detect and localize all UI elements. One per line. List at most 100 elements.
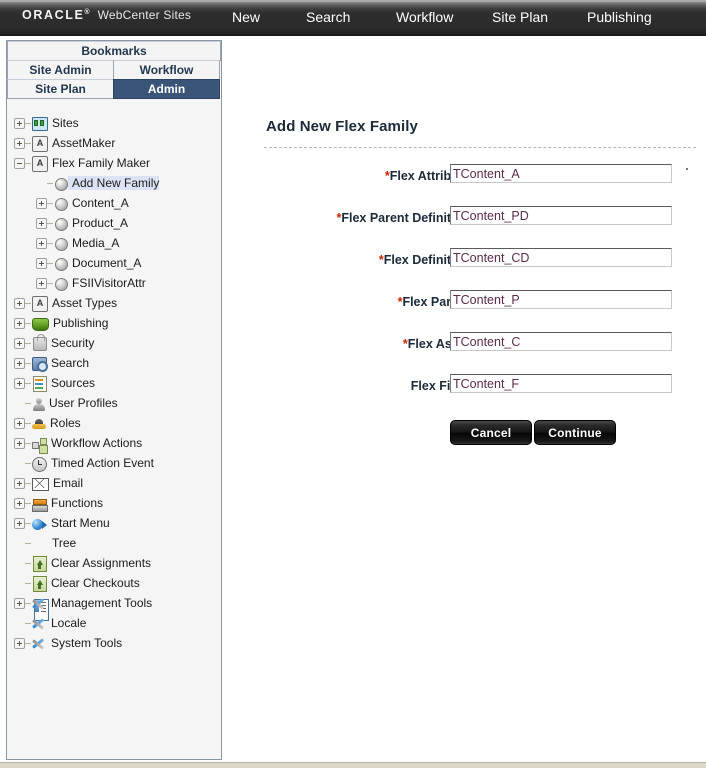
tab-site-admin[interactable]: Site Admin — [7, 60, 114, 80]
tree-item[interactable]: Sources — [8, 373, 220, 393]
expand-icon[interactable] — [36, 237, 47, 249]
tree-item[interactable]: Clear Checkouts — [8, 573, 220, 593]
tree-item[interactable]: Document_A — [8, 253, 220, 273]
tree-item-label[interactable]: Publishing — [49, 316, 108, 330]
nav-site-plan[interactable]: Site Plan — [492, 9, 587, 25]
expand-icon[interactable] — [14, 517, 25, 529]
tree-item-label[interactable]: Start Menu — [47, 516, 110, 530]
flex-filter-input[interactable] — [450, 374, 672, 393]
tab-site-plan[interactable]: Site Plan — [7, 79, 114, 99]
tree-item-label[interactable]: Workflow Actions — [47, 436, 142, 450]
tree-item[interactable]: Start Menu — [8, 513, 220, 533]
tree-item[interactable]: Tree — [8, 533, 220, 621]
expand-icon[interactable] — [14, 357, 25, 369]
form-row-flex-filter: Flex Filter: — [228, 370, 706, 412]
tree-item[interactable]: System Tools — [8, 633, 220, 653]
tree-item[interactable]: FSIIVisitorAttr — [8, 273, 220, 293]
nav-publishing[interactable]: Publishing — [587, 9, 667, 25]
tree-item[interactable]: Publishing — [8, 313, 220, 333]
tree-item[interactable]: Workflow Actions — [8, 433, 220, 453]
tree-item-label[interactable]: Sources — [47, 376, 95, 390]
flex-parent-definition-input[interactable] — [450, 206, 672, 225]
expand-icon[interactable] — [14, 437, 25, 449]
search-icon — [32, 357, 48, 372]
tree-item[interactable]: Asset Types — [8, 293, 220, 313]
tree-item-label[interactable]: Clear Checkouts — [47, 576, 140, 590]
flex-attribute-input[interactable] — [450, 164, 672, 183]
tree-item-label[interactable]: Document_A — [68, 256, 141, 270]
expand-icon[interactable] — [36, 257, 47, 269]
tree-item-label[interactable]: Roles — [46, 416, 81, 430]
expand-icon[interactable] — [14, 417, 25, 429]
expand-icon[interactable] — [14, 597, 25, 609]
tree-item-label[interactable]: Clear Assignments — [47, 556, 151, 570]
tree-item-label[interactable]: Add New Family — [68, 176, 160, 190]
tree-item-label[interactable]: Functions — [47, 496, 103, 510]
tree-item-label[interactable]: Flex Family Maker — [48, 156, 150, 170]
tree-item-label[interactable]: Email — [49, 476, 83, 490]
collapse-icon[interactable] — [14, 157, 25, 169]
tree-item-label[interactable]: System Tools — [47, 636, 122, 650]
tree-item-label[interactable]: User Profiles — [45, 396, 118, 410]
tree-item-label[interactable]: Asset Types — [48, 296, 117, 310]
tree-item[interactable]: Media_A — [8, 233, 220, 253]
nav-new[interactable]: New — [232, 9, 306, 25]
tree-leaf-spacer — [14, 398, 25, 409]
expand-icon[interactable] — [14, 297, 25, 309]
tree-connector — [47, 182, 53, 184]
expand-icon[interactable] — [36, 217, 47, 229]
expand-icon[interactable] — [14, 317, 25, 329]
tree-item[interactable]: Email — [8, 473, 220, 493]
expand-icon[interactable] — [14, 637, 25, 649]
tree-item-label[interactable]: Security — [47, 336, 94, 350]
expand-icon[interactable] — [14, 477, 25, 489]
tree-item[interactable]: Flex Family Maker — [8, 153, 220, 173]
flex-asset-input[interactable] — [450, 332, 672, 351]
tree-item-label[interactable]: Media_A — [68, 236, 119, 250]
flex-definition-input[interactable] — [450, 248, 672, 267]
expand-icon[interactable] — [14, 117, 25, 129]
tree-item[interactable]: Management Tools — [8, 593, 220, 613]
tree-item-label[interactable]: Timed Action Event — [47, 456, 154, 470]
ball-icon — [55, 237, 68, 251]
cancel-button[interactable]: Cancel — [450, 420, 532, 445]
tree-item[interactable]: Content_A — [8, 193, 220, 213]
flex-parent-input[interactable] — [450, 290, 672, 309]
tree-item-label[interactable]: Management Tools — [47, 596, 152, 610]
tree-item[interactable]: Sites — [8, 113, 220, 133]
tree-item-label[interactable]: FSIIVisitorAttr — [68, 276, 146, 290]
tree-item[interactable]: Clear Assignments — [8, 553, 220, 573]
tab-admin[interactable]: Admin — [113, 79, 220, 99]
continue-button[interactable]: Continue — [534, 420, 616, 445]
tree-item-label[interactable]: Locale — [47, 616, 86, 630]
tree-item[interactable]: Functions — [8, 493, 220, 513]
nav-workflow[interactable]: Workflow — [396, 9, 492, 25]
tree-item-label[interactable]: Search — [47, 356, 89, 370]
expand-icon[interactable] — [36, 197, 47, 209]
tree-item-label[interactable]: Content_A — [68, 196, 129, 210]
nav-search[interactable]: Search — [306, 9, 396, 25]
tree-item[interactable]: Product_A — [8, 213, 220, 233]
amaker-icon — [32, 295, 48, 312]
tree-item-label[interactable]: Tree — [48, 536, 76, 550]
tree-item-label[interactable]: Sites — [48, 116, 79, 130]
tree-item[interactable]: User Profiles — [8, 393, 220, 413]
tree-item[interactable]: Security — [8, 333, 220, 353]
tree-item[interactable]: Roles — [8, 413, 220, 433]
tree-item-label[interactable]: AssetMaker — [48, 136, 115, 150]
expand-icon[interactable] — [36, 277, 47, 289]
tree-item[interactable]: Timed Action Event — [8, 453, 220, 473]
expand-icon[interactable] — [14, 377, 25, 389]
tree-item[interactable]: Locale — [8, 613, 220, 633]
tab-bookmarks[interactable]: Bookmarks — [7, 41, 221, 61]
content-area: Add New Flex Family *Flex Attribute:*Fle… — [228, 40, 706, 762]
expand-icon[interactable] — [14, 497, 25, 509]
tree-item-label[interactable]: Product_A — [68, 216, 128, 230]
tree-item[interactable]: Search — [8, 353, 220, 373]
expand-icon[interactable] — [14, 337, 25, 349]
tree-item[interactable]: Add New Family — [8, 173, 220, 193]
tree-item[interactable]: AssetMaker — [8, 133, 220, 153]
expand-icon[interactable] — [14, 137, 25, 149]
tab-workflow[interactable]: Workflow — [113, 60, 220, 80]
